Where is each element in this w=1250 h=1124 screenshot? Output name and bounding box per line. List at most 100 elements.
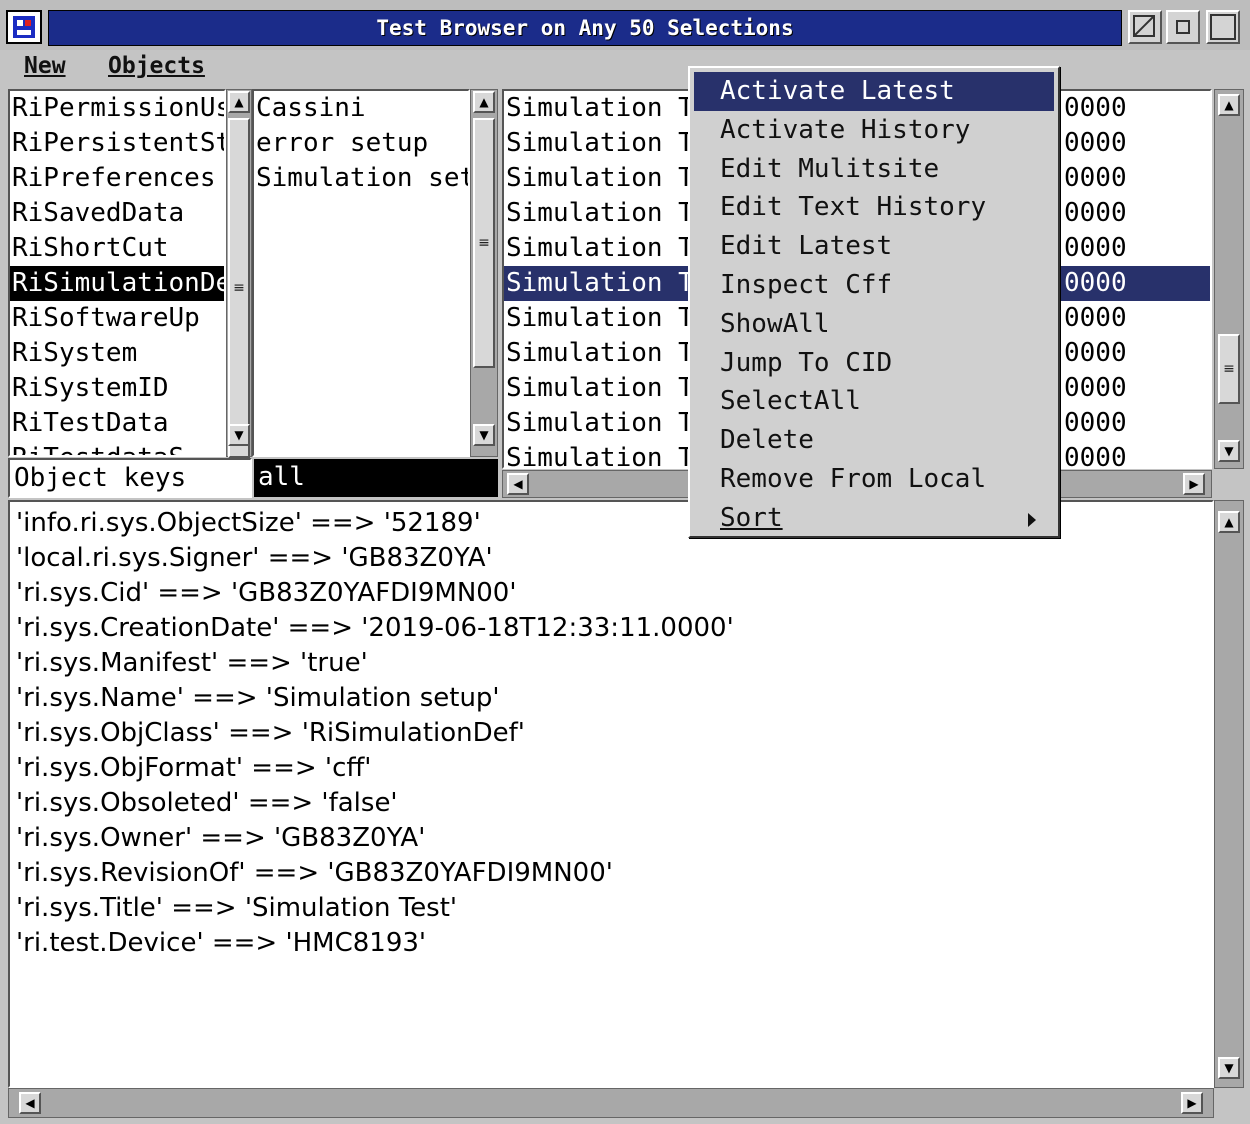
- context-menu-label: Edit Mulitsite: [720, 153, 940, 184]
- detail-line: 'ri.sys.ObjClass' ==> 'RiSimulationDef': [16, 718, 525, 748]
- detail-line: 'local.ri.sys.Signer' ==> 'GB83Z0YA': [16, 543, 493, 573]
- group-list-scrollbar[interactable]: ▲ ≡ ▼: [470, 89, 498, 457]
- zoom-button[interactable]: [1206, 10, 1240, 44]
- class-list-item[interactable]: RiPermissionUs: [10, 91, 224, 126]
- context-menu-item[interactable]: ShowAll: [694, 305, 1054, 344]
- object-name: Simulation T: [506, 233, 694, 263]
- detail-line: 'ri.sys.Obsoleted' ==> 'false': [16, 788, 398, 818]
- object-name: Simulation T: [506, 128, 694, 158]
- resize-button[interactable]: [1128, 10, 1162, 44]
- class-list-item[interactable]: RiSystemID: [10, 371, 224, 406]
- object-name: Simulation T: [506, 443, 694, 469]
- scroll-left-arrow[interactable]: ◀: [19, 1092, 41, 1114]
- context-menu-label: Delete: [720, 425, 814, 456]
- menu-new[interactable]: New: [24, 50, 66, 84]
- details-hscrollbar[interactable]: ◀ ▶: [8, 1088, 1214, 1118]
- class-list-item[interactable]: RiPersistentSt: [10, 126, 224, 161]
- group-list-item[interactable]: Simulation set: [254, 161, 468, 196]
- window-title: Test Browser on Any 50 Selections: [48, 10, 1122, 46]
- group-list-item[interactable]: error setup: [254, 126, 468, 161]
- object-name: Simulation T: [506, 163, 694, 193]
- scroll-up-arrow[interactable]: ▲: [1218, 94, 1240, 116]
- context-menu-label: Activate History: [720, 114, 971, 145]
- scroll-right-arrow[interactable]: ▶: [1183, 473, 1205, 495]
- class-list-item[interactable]: RiTestdataS: [10, 441, 224, 455]
- iconify-icon: [1176, 20, 1190, 34]
- detail-line: 'ri.sys.Manifest' ==> 'true': [16, 648, 368, 678]
- context-menu: Activate Latest Activate History Edit Muli…: [688, 66, 1060, 538]
- object-suffix: 0000: [1064, 408, 1127, 438]
- class-list-item[interactable]: RiSimulationDe: [10, 266, 224, 301]
- scroll-right-arrow[interactable]: ▶: [1181, 1092, 1203, 1114]
- object-list-scrollbar[interactable]: ▲ ≡ ▼: [1214, 89, 1244, 469]
- window-menu-icon[interactable]: [6, 10, 42, 44]
- object-suffix: 0000: [1064, 338, 1127, 368]
- context-menu-item[interactable]: Jump To CID: [694, 344, 1054, 383]
- context-menu-item[interactable]: Edit Latest: [694, 227, 1054, 266]
- scroll-thumb[interactable]: ≡: [473, 118, 495, 368]
- context-menu-item[interactable]: Activate Latest: [694, 72, 1054, 111]
- detail-line: 'ri.sys.RevisionOf' ==> 'GB83Z0YAFDI9MN0…: [16, 858, 613, 888]
- detail-line: 'ri.sys.Cid' ==> 'GB83Z0YAFDI9MN00': [16, 578, 517, 608]
- scroll-up-arrow[interactable]: ▲: [1218, 511, 1240, 533]
- context-menu-item[interactable]: Delete: [694, 421, 1054, 460]
- scroll-up-arrow[interactable]: ▲: [473, 91, 495, 113]
- detail-line: 'ri.sys.Title' ==> 'Simulation Test': [16, 893, 458, 923]
- detail-line: 'ri.sys.ObjFormat' ==> 'cff': [16, 753, 372, 783]
- scroll-down-arrow[interactable]: ▼: [1218, 440, 1240, 462]
- scroll-left-arrow[interactable]: ◀: [507, 473, 529, 495]
- resize-icon: [1133, 15, 1155, 37]
- context-menu-item[interactable]: Activate History: [694, 111, 1054, 150]
- object-name: Simulation T: [506, 338, 694, 368]
- object-name: Simulation T: [506, 93, 694, 123]
- detail-line: 'ri.sys.Name' ==> 'Simulation setup': [16, 683, 500, 713]
- zoom-icon: [1210, 14, 1236, 40]
- scroll-down-arrow[interactable]: ▼: [1218, 1057, 1240, 1079]
- details-scrollbar[interactable]: ▲ ▼: [1214, 500, 1244, 1088]
- class-list-item[interactable]: RiSavedData: [10, 196, 224, 231]
- class-list-item[interactable]: RiPreferences: [10, 161, 224, 196]
- submenu-arrow-icon: [1028, 512, 1036, 527]
- object-suffix: 0000: [1064, 198, 1127, 228]
- scroll-down-arrow[interactable]: ▼: [473, 424, 495, 446]
- object-suffix: 0000: [1064, 443, 1127, 469]
- class-list-item[interactable]: RiTestData: [10, 406, 224, 441]
- detail-line: 'ri.sys.CreationDate' ==> '2019-06-18T12…: [16, 613, 734, 643]
- object-suffix: 0000: [1064, 233, 1127, 263]
- scroll-up-arrow[interactable]: ▲: [228, 91, 250, 113]
- context-menu-item[interactable]: Remove From Local: [694, 460, 1054, 499]
- object-keys-input[interactable]: all: [254, 459, 498, 497]
- context-menu-label: Activate Latest: [720, 76, 955, 106]
- object-suffix: 0000: [1064, 268, 1127, 298]
- context-menu-label: SelectAll: [720, 386, 861, 417]
- context-menu-item[interactable]: Edit Text History: [694, 188, 1054, 227]
- scroll-down-arrow[interactable]: ▼: [228, 424, 250, 446]
- context-menu-item[interactable]: SelectAll: [694, 382, 1054, 421]
- class-list-scrollbar[interactable]: ▲ ≡ ▼: [226, 89, 252, 458]
- scroll-thumb[interactable]: ≡: [1218, 334, 1240, 404]
- object-name: Simulation T: [506, 268, 694, 298]
- menu-objects[interactable]: Objects: [108, 50, 205, 84]
- object-suffix: 0000: [1064, 93, 1127, 123]
- context-menu-label: Jump To CID: [720, 347, 893, 378]
- class-list-item[interactable]: RiSoftwareUp: [10, 301, 224, 336]
- context-menu-label: Remove From Local: [720, 463, 987, 494]
- object-suffix: 0000: [1064, 163, 1127, 193]
- details-pane[interactable]: 'info.ri.sys.ObjectSize' ==> '52189''loc…: [8, 500, 1214, 1088]
- context-menu-label: Edit Text History: [720, 192, 987, 223]
- group-list-item[interactable]: Cassini: [254, 91, 468, 126]
- class-list-item[interactable]: RiSystem: [10, 336, 224, 371]
- class-list-item[interactable]: RiShortCut: [10, 231, 224, 266]
- object-keys-label: Object keys: [8, 458, 252, 498]
- context-menu-label: Edit Latest: [720, 231, 893, 262]
- iconify-button[interactable]: [1166, 10, 1200, 44]
- context-menu-item[interactable]: Edit Mulitsite: [694, 150, 1054, 189]
- group-list[interactable]: Cassini error setup Simulation set: [252, 89, 470, 457]
- context-menu-item[interactable]: Inspect Cff: [694, 266, 1054, 305]
- object-suffix: 0000: [1064, 128, 1127, 158]
- class-list[interactable]: RiPermissionUs RiPersistentSt RiPreference…: [8, 89, 226, 457]
- context-menu-item[interactable]: Sort: [694, 499, 1054, 538]
- object-name: Simulation T: [506, 373, 694, 403]
- object-suffix: 0000: [1064, 303, 1127, 333]
- scroll-thumb[interactable]: ≡: [228, 118, 250, 458]
